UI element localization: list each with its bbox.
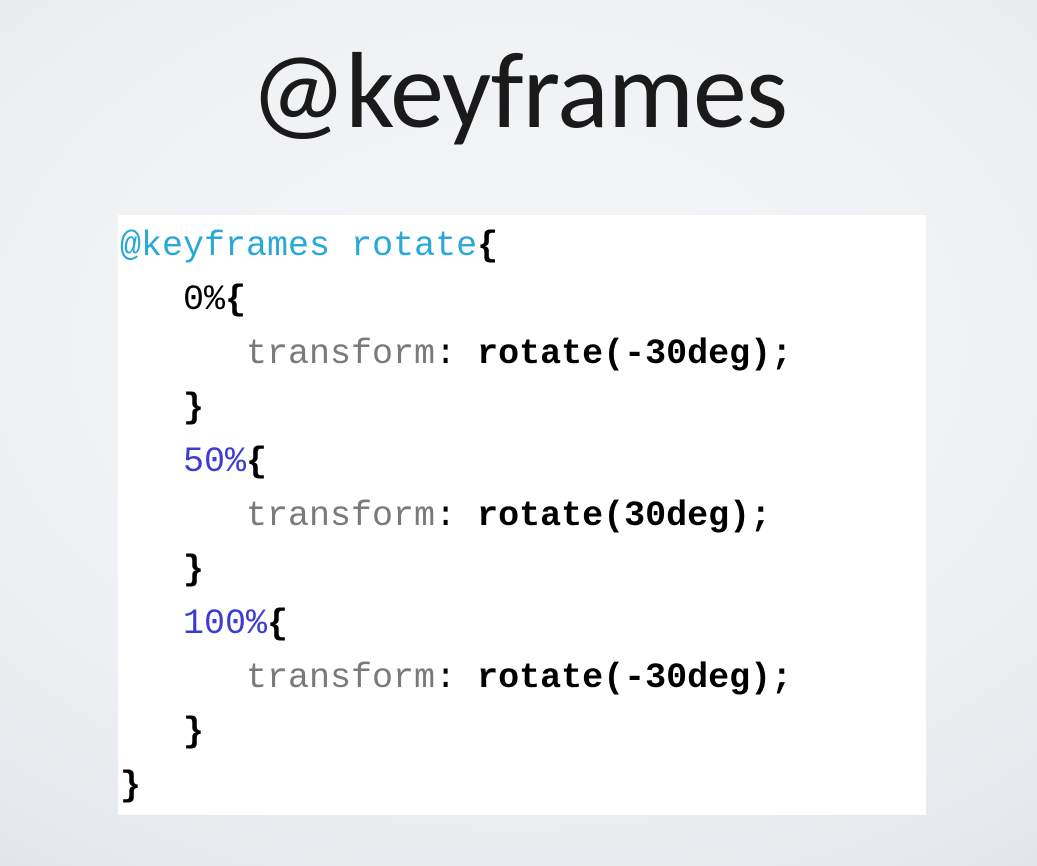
colon-2: : [435, 658, 456, 698]
code-line-rule: 50%{ [120, 442, 267, 482]
property-0: transform [246, 334, 435, 374]
rule-open-0: { [225, 280, 246, 320]
selector-pct-0: % [204, 280, 225, 320]
code-line-close: } [120, 550, 204, 590]
code-line-decl: transform: rotate(-30deg); [120, 334, 792, 374]
value-2: rotate(-30deg) [477, 658, 771, 698]
colon-1: : [435, 496, 456, 536]
selector-pct-2: % [246, 604, 267, 644]
slide: @keyframes @keyframes rotate{ 0%{ transf… [0, 0, 1037, 866]
code-line-rule: 0%{ [120, 280, 246, 320]
selector-num-0: 0 [183, 280, 204, 320]
selector-num-2: 100 [183, 604, 246, 644]
value-1: rotate(30deg) [477, 496, 750, 536]
selector-num-1: 50 [183, 442, 225, 482]
code-line-decl: transform: rotate(30deg); [120, 496, 771, 536]
semicolon-0: ; [771, 334, 792, 374]
atrule-name: rotate [351, 226, 477, 266]
semicolon-2: ; [771, 658, 792, 698]
value-0: rotate(-30deg) [477, 334, 771, 374]
atrule-keyword: @keyframes [120, 226, 330, 266]
code-line-close: } [120, 388, 204, 428]
rule-open-1: { [246, 442, 267, 482]
rule-close-0: } [183, 388, 204, 428]
rule-close-1: } [183, 550, 204, 590]
semicolon-1: ; [750, 496, 771, 536]
selector-pct-1: % [225, 442, 246, 482]
open-brace: { [477, 226, 498, 266]
rule-close-2: } [183, 712, 204, 752]
colon-0: : [435, 334, 456, 374]
code-line-decl: transform: rotate(-30deg); [120, 658, 792, 698]
code-line-rule: 100%{ [120, 604, 288, 644]
close-brace: } [120, 766, 141, 806]
rule-open-2: { [267, 604, 288, 644]
property-2: transform [246, 658, 435, 698]
code-line-close: } [120, 712, 204, 752]
slide-title: @keyframes [0, 25, 1037, 157]
property-1: transform [246, 496, 435, 536]
code-snippet: @keyframes rotate{ 0%{ transform: rotate… [118, 215, 926, 815]
